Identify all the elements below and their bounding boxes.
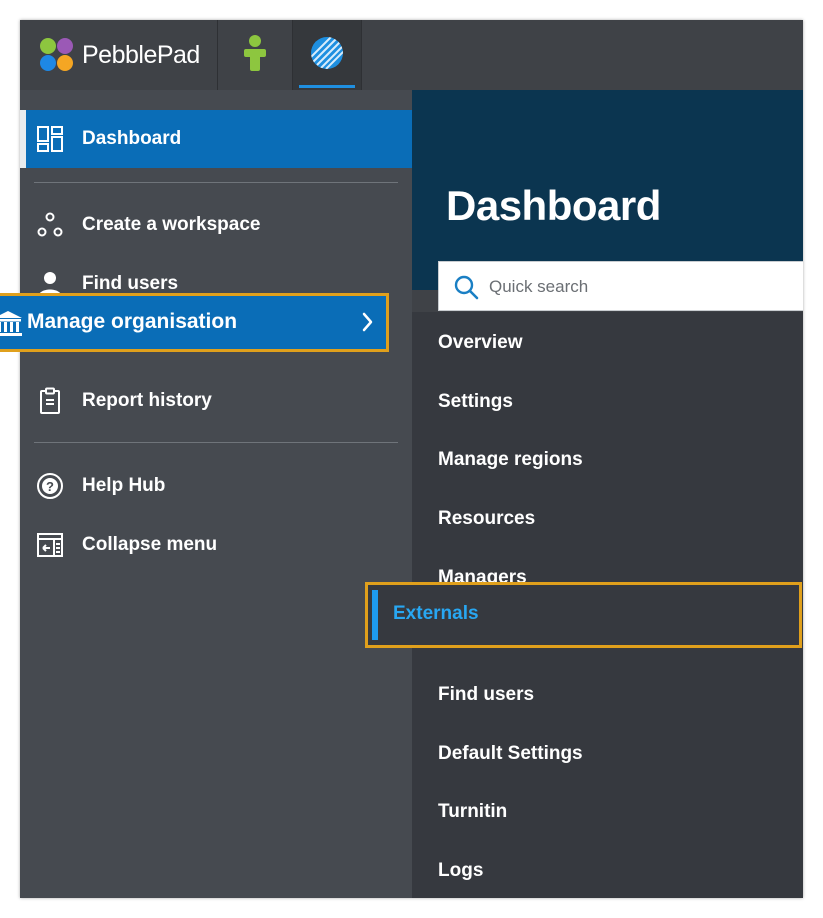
submenu-item-default-settings[interactable]: Default Settings — [438, 743, 583, 765]
person-icon — [244, 35, 266, 71]
workspace-icon — [37, 212, 63, 237]
sidebar-item-report-history[interactable]: Report history — [20, 372, 412, 430]
sidebar-item-manage-organisation[interactable]: Manage organisation — [0, 293, 389, 352]
sidebar-item-label: Collapse menu — [82, 534, 218, 555]
institution-icon — [0, 311, 22, 336]
submenu-item-settings[interactable]: Settings — [438, 391, 513, 413]
sidebar-item-help-hub[interactable]: ? Help Hub — [20, 457, 412, 515]
help-icon: ? — [37, 473, 63, 499]
atlas-globe-icon — [311, 37, 343, 69]
sidebar-item-label: Report history — [82, 390, 212, 411]
divider — [34, 182, 398, 183]
submenu-item-overview[interactable]: Overview — [438, 332, 523, 354]
quick-search-input[interactable] — [487, 272, 791, 302]
logo-text: PebblePad — [82, 40, 200, 69]
sidebar-item-collapse-menu[interactable]: Collapse menu — [20, 516, 412, 574]
page-title: Dashboard — [446, 182, 661, 229]
quick-search-box — [438, 261, 803, 311]
sidebar-item-label: Find users — [82, 273, 179, 294]
top-bar: PebblePad — [20, 20, 803, 90]
pebblepad-logo-icon — [40, 38, 74, 72]
active-item-indicator — [372, 590, 378, 640]
submenu-item-turnitin[interactable]: Turnitin — [438, 801, 507, 823]
sidebar-item-dashboard[interactable]: Dashboard — [20, 110, 412, 168]
submenu-item-resources[interactable]: Resources — [438, 508, 535, 530]
sidebar-item-create-workspace[interactable]: Create a workspace — [20, 196, 412, 254]
submenu-item-manage-regions[interactable]: Manage regions — [438, 449, 583, 471]
sidebar-item-label: Create a workspace — [82, 214, 261, 235]
page-header: Dashboard — [412, 90, 803, 290]
submenu-item-find-users[interactable]: Find users — [438, 684, 534, 706]
atlas-tab[interactable] — [292, 20, 362, 90]
sidebar-item-label: Dashboard — [82, 128, 182, 149]
sidebar-item-label: Manage organisation — [27, 310, 238, 333]
submenu-item-logs[interactable]: Logs — [438, 860, 483, 882]
submenu-item-label: Externals — [393, 603, 479, 624]
app-window: PebblePad Dashboard Create a workspace F… — [20, 20, 803, 898]
sidebar-item-label: Help Hub — [82, 475, 166, 496]
chevron-right-icon — [362, 312, 373, 332]
submenu-item-externals[interactable]: Externals — [365, 582, 802, 648]
sidebar: Dashboard Create a workspace Find users — [20, 90, 412, 898]
dashboard-icon — [37, 126, 63, 152]
pebblepad-app-tab[interactable] — [217, 20, 292, 90]
divider — [34, 442, 398, 443]
active-tab-indicator — [299, 85, 355, 88]
svg-text:?: ? — [46, 479, 54, 494]
clipboard-icon — [40, 387, 60, 414]
collapse-icon — [37, 533, 63, 557]
pebblepad-logo[interactable]: PebblePad — [40, 37, 200, 73]
search-icon[interactable] — [453, 274, 479, 300]
